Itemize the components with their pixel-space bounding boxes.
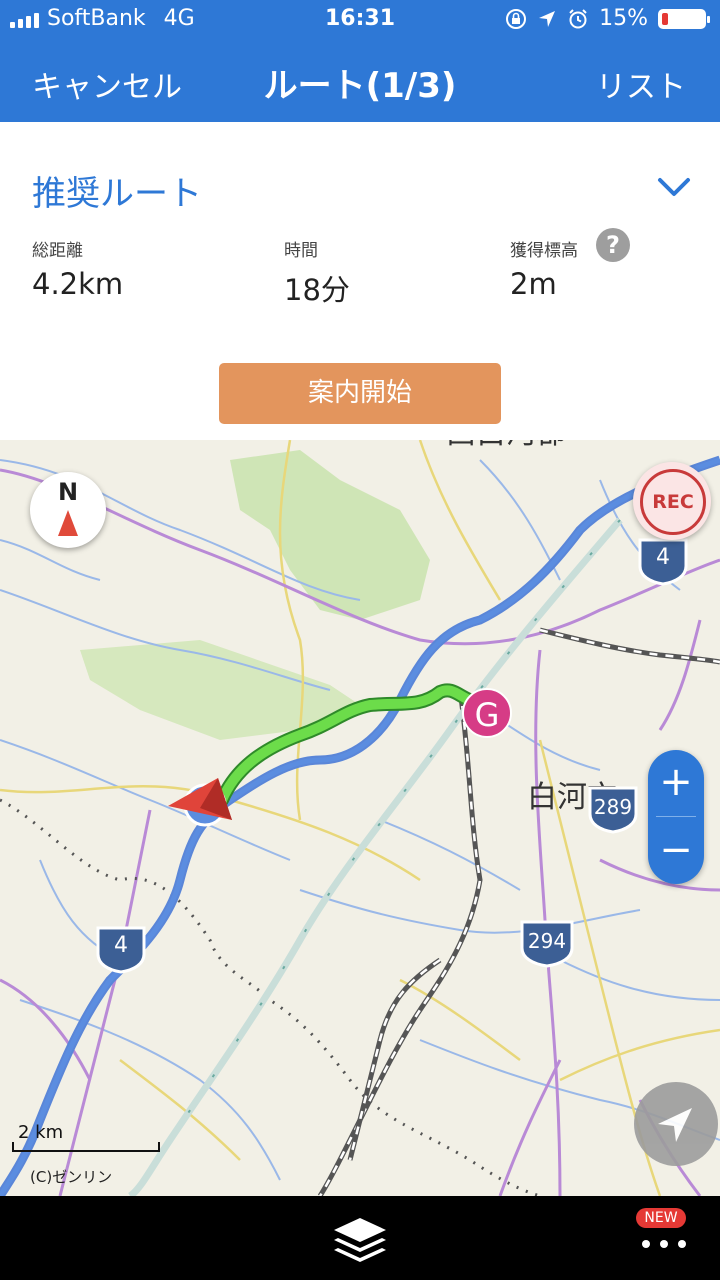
map-scale: 2 km <box>12 1122 162 1152</box>
scale-label: 2 km <box>18 1122 64 1143</box>
time-label: 時間 <box>284 241 318 261</box>
signal-icon <box>10 10 39 28</box>
route-number: 4 <box>656 545 670 570</box>
time-stat: 時間 18分 <box>284 236 350 309</box>
battery-percent: 15% <box>599 6 648 31</box>
zoom-control: + − <box>648 750 704 884</box>
route-number: 294 <box>527 929 567 953</box>
alarm-icon <box>569 8 587 28</box>
layers-icon[interactable] <box>330 1214 390 1264</box>
network-type: 4G <box>163 6 195 31</box>
chevron-down-icon[interactable] <box>656 172 692 200</box>
record-button[interactable]: REC <box>633 462 711 540</box>
scale-bar <box>12 1142 160 1152</box>
time-value: 18分 <box>284 273 350 307</box>
route-summary-panel: 推奨ルート 総距離 4.2km 時間 18分 獲得標高 2m ? 案内開始 <box>0 122 720 440</box>
location-arrow-icon <box>539 10 556 27</box>
map-copyright: (C)ゼンリン <box>30 1168 113 1186</box>
compass-button[interactable]: N <box>30 472 106 548</box>
route-number: 4 <box>114 933 128 958</box>
route-number: 289 <box>593 795 633 819</box>
status-right: 15% <box>505 6 710 31</box>
zoom-in-button[interactable]: + <box>648 750 704 816</box>
map-view[interactable]: 西白河郡 白河市 4 4 289 294 G N REC + <box>0 440 720 1196</box>
start-guidance-button[interactable]: 案内開始 <box>219 363 501 424</box>
new-badge: NEW <box>636 1208 686 1228</box>
status-left: SoftBank 4G <box>10 6 195 31</box>
help-icon[interactable]: ? <box>596 228 630 262</box>
elevation-value: 2m <box>510 267 557 301</box>
elevation-label: 獲得標高 <box>510 241 578 261</box>
more-dots-icon <box>642 1240 686 1248</box>
current-location-button[interactable] <box>634 1082 718 1166</box>
navigation-bar: キャンセル ルート(1/3) リスト <box>0 40 720 122</box>
distance-stat: 総距離 4.2km <box>32 236 123 301</box>
route-name[interactable]: 推奨ルート <box>32 166 202 215</box>
status-bar: SoftBank 4G 16:31 15% <box>0 0 720 40</box>
zoom-out-button[interactable]: − <box>648 818 704 884</box>
orientation-lock-icon <box>506 8 527 29</box>
battery-icon <box>658 8 710 29</box>
list-button[interactable]: リスト <box>596 62 686 106</box>
carrier-name: SoftBank <box>47 6 146 31</box>
navigation-arrow-icon <box>658 1108 692 1142</box>
compass-north-label: N <box>57 478 79 506</box>
place-label-nishishirakawa: 西白河郡 <box>446 440 566 452</box>
record-label: REC <box>640 469 706 535</box>
bottom-toolbar: NEW <box>0 1196 720 1280</box>
zoom-divider <box>656 816 696 817</box>
elevation-stat: 獲得標高 2m <box>510 236 578 301</box>
cancel-button[interactable]: キャンセル <box>32 62 182 106</box>
distance-label: 総距離 <box>32 241 83 261</box>
more-menu-button[interactable]: NEW <box>636 1208 692 1268</box>
goal-marker[interactable]: G <box>462 688 512 738</box>
compass-needle-icon <box>58 510 78 536</box>
distance-value: 4.2km <box>32 267 124 301</box>
